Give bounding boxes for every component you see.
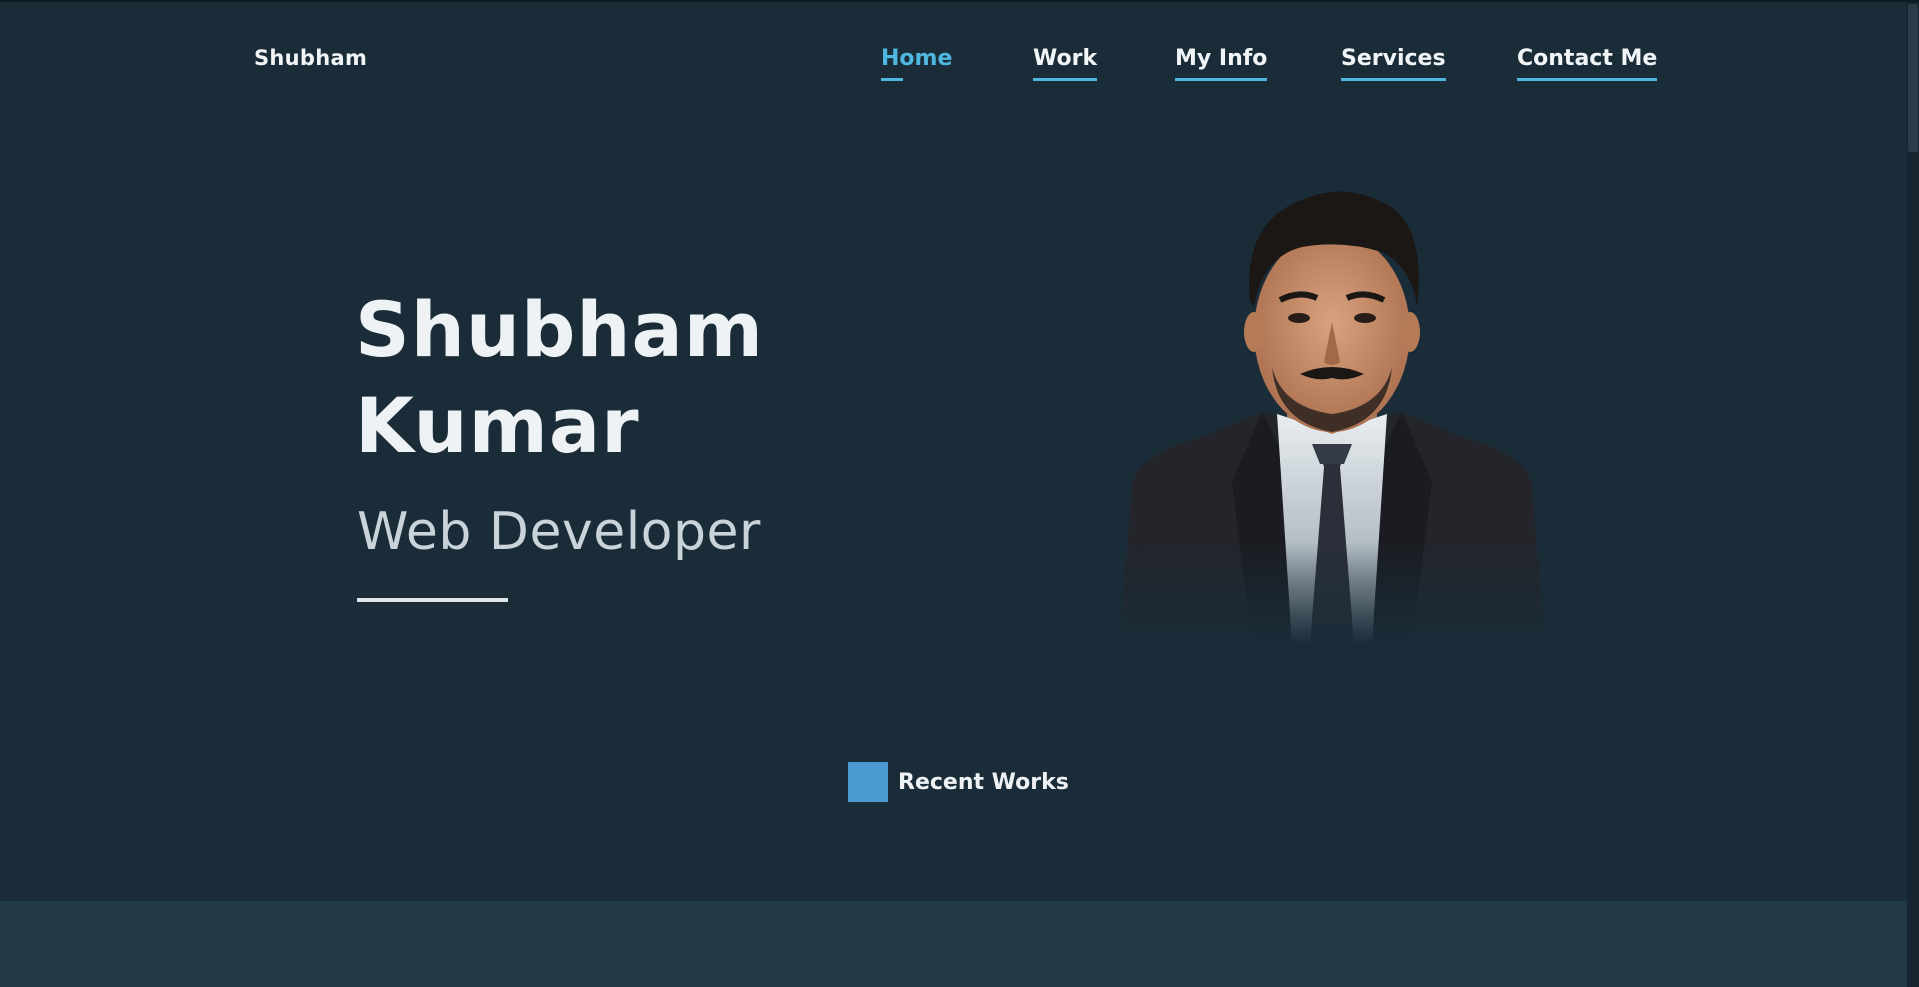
nav-underline bbox=[1517, 78, 1658, 81]
nav-item-label: My Info bbox=[1175, 46, 1268, 71]
nav-item-work[interactable]: Work bbox=[1033, 46, 1098, 81]
scrollbar-thumb[interactable] bbox=[1908, 4, 1918, 152]
hero-name: Shubham Kumar bbox=[355, 282, 764, 474]
hero-first-name: Shubham bbox=[355, 285, 764, 374]
page: Shubham Home Work My Info Services Conta… bbox=[0, 0, 1919, 987]
next-section-band bbox=[0, 901, 1907, 987]
nav-item-label: Contact Me bbox=[1517, 46, 1658, 71]
nav-item-contact-me[interactable]: Contact Me bbox=[1517, 46, 1658, 81]
scrollbar[interactable] bbox=[1907, 2, 1919, 987]
nav-item-my-info[interactable]: My Info bbox=[1175, 46, 1268, 81]
nav-item-label: Work bbox=[1033, 46, 1098, 71]
main-nav: Home Work My Info Services Contact Me bbox=[0, 46, 1919, 86]
nav-underline bbox=[1033, 78, 1098, 81]
nav-item-label: Services bbox=[1341, 46, 1446, 71]
nav-active-indicator bbox=[881, 78, 903, 81]
hero-role: Web Developer bbox=[357, 502, 761, 562]
hero-last-name: Kumar bbox=[355, 381, 640, 470]
recent-works-label: Recent Works bbox=[898, 769, 1069, 795]
recent-works-link[interactable]: Recent Works bbox=[848, 762, 1069, 802]
nav-underline bbox=[1175, 78, 1268, 81]
recent-works-square-icon bbox=[848, 762, 888, 802]
profile-photo bbox=[1112, 182, 1554, 644]
hero-divider bbox=[357, 598, 508, 602]
nav-underline bbox=[1341, 78, 1446, 81]
nav-item-home[interactable]: Home bbox=[881, 46, 952, 81]
nav-item-label: Home bbox=[881, 46, 953, 71]
nav-item-services[interactable]: Services bbox=[1341, 46, 1446, 81]
